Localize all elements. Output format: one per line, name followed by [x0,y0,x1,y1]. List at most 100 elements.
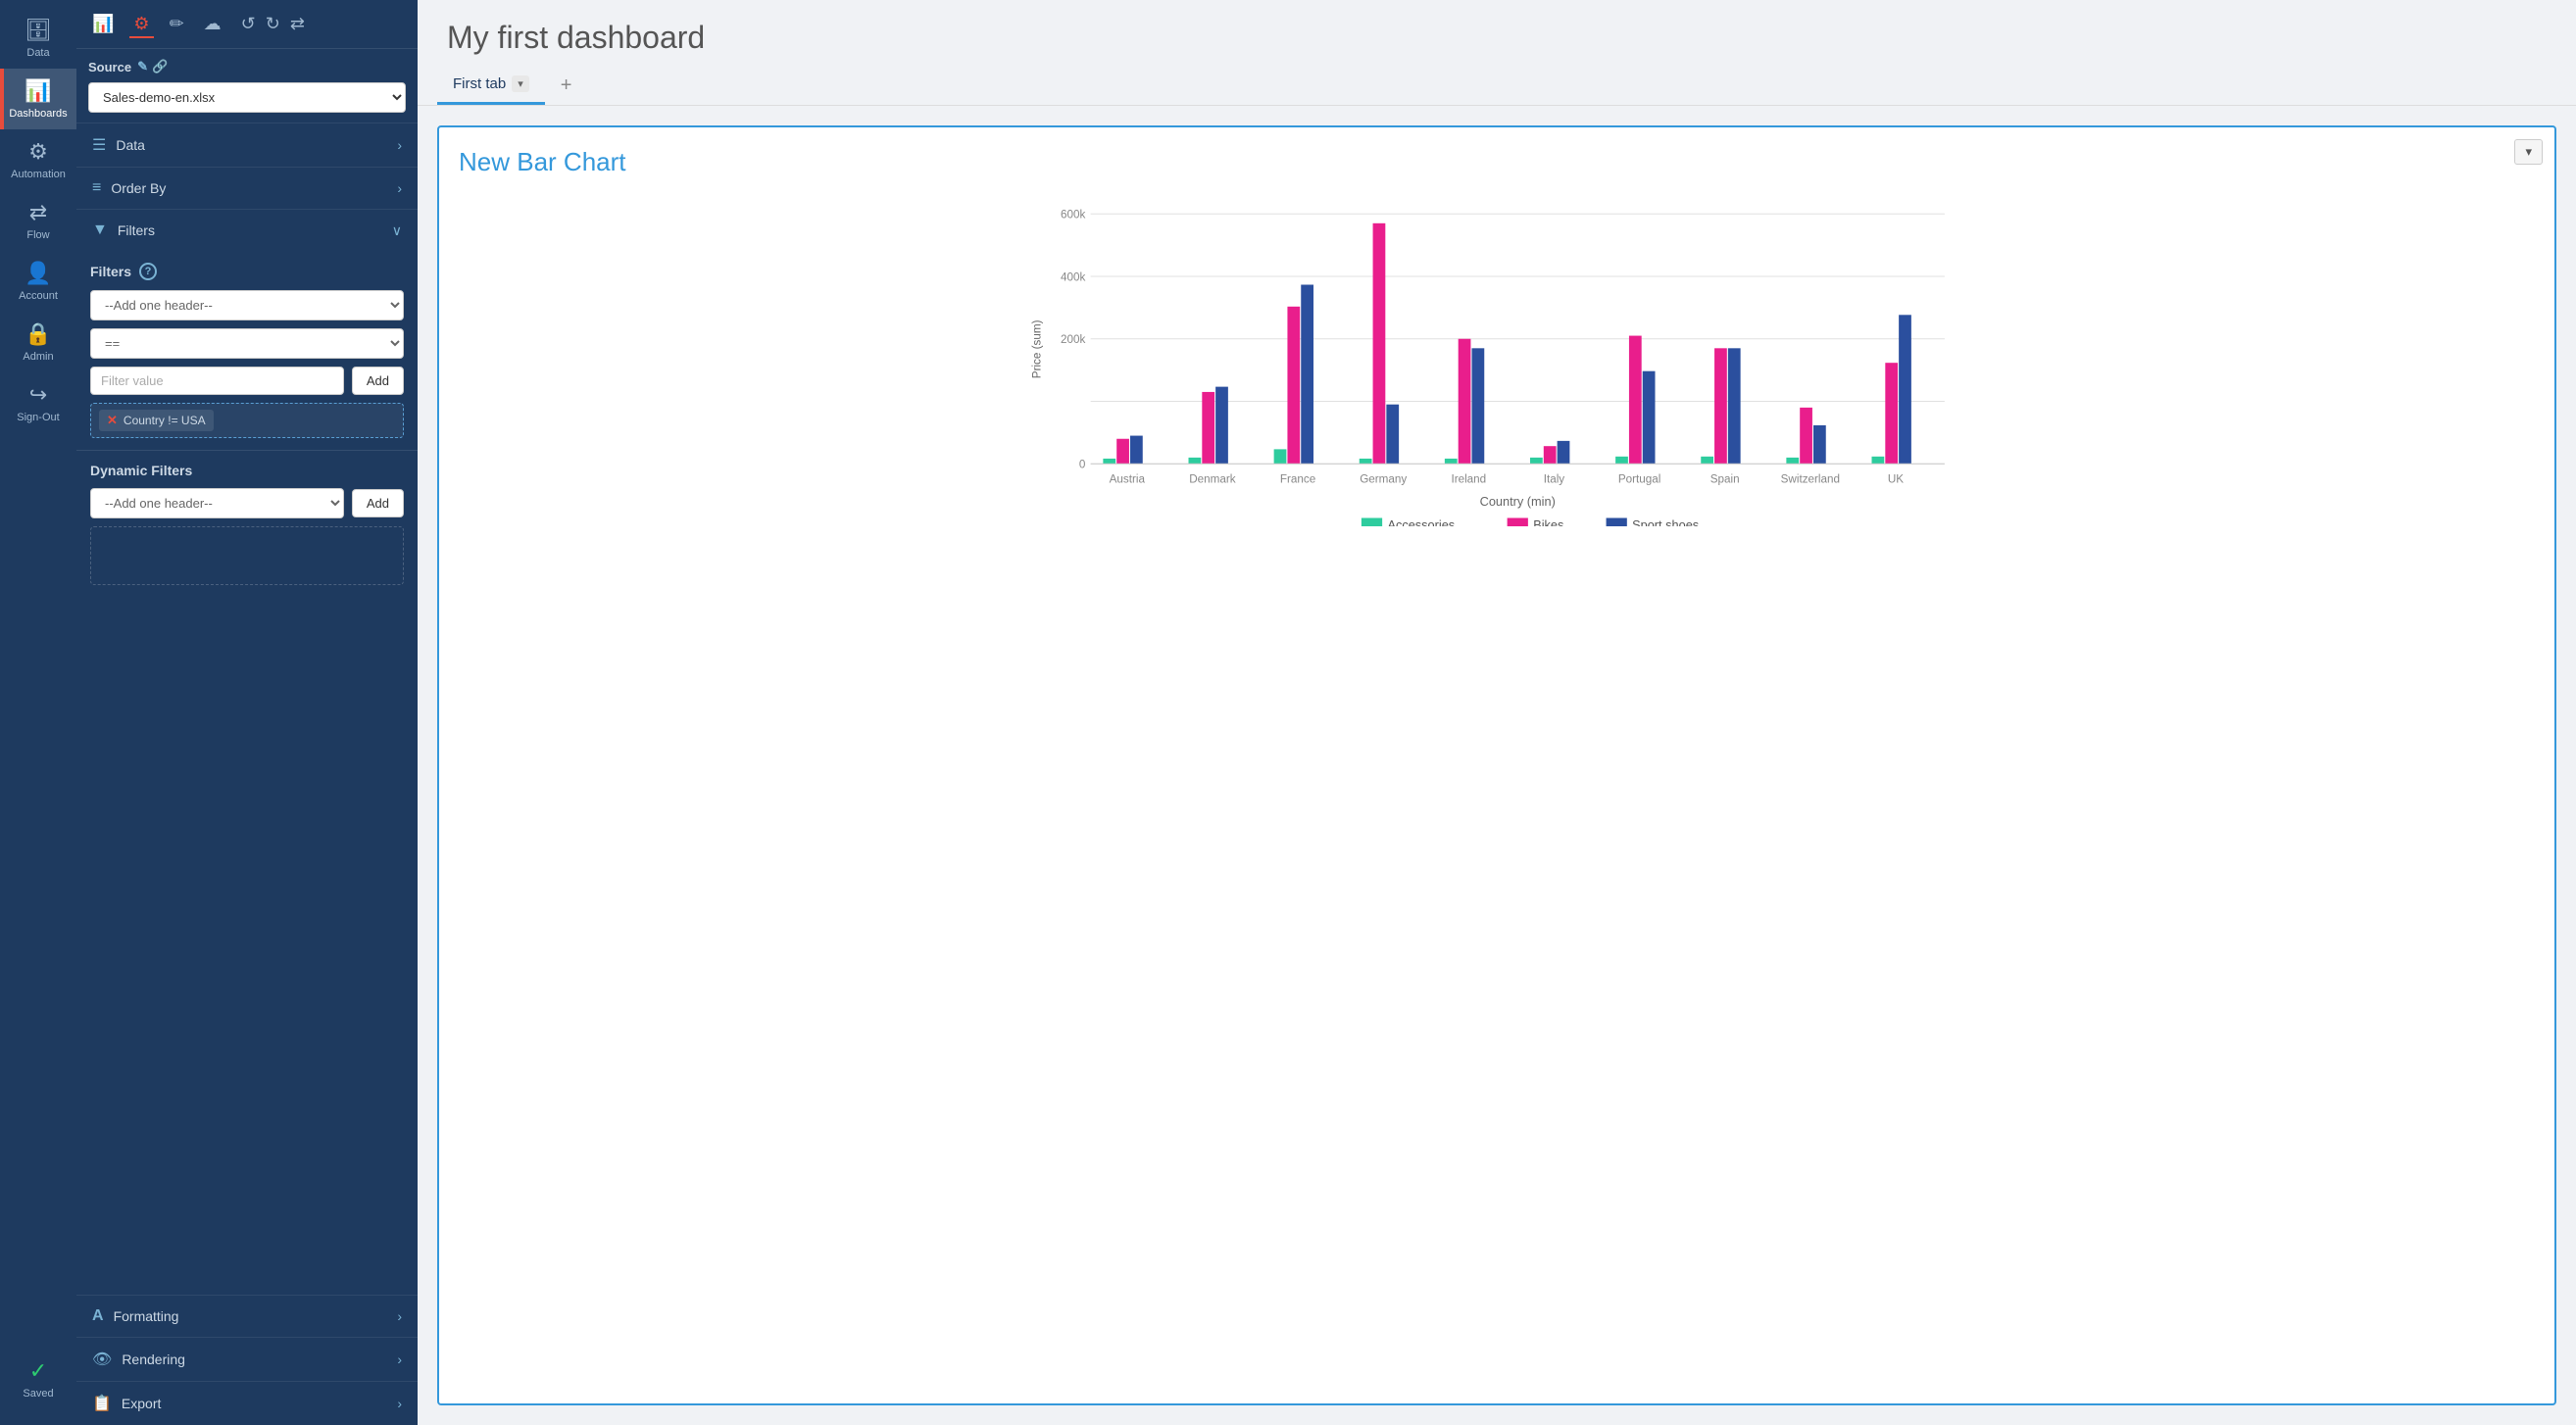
dynamic-filters-label: Dynamic Filters [90,463,192,478]
sidebar-orderby-item[interactable]: ≡ Order By › [76,167,418,209]
source-select[interactable]: Sales-demo-en.xlsx [88,82,406,113]
dynamic-filter-select[interactable]: --Add one header-- [90,488,344,518]
svg-text:Ireland: Ireland [1451,472,1486,485]
sidebar-data-item[interactable]: ☰ Data › [76,123,418,167]
bar-switzerland-shoes [1813,425,1826,464]
filter-operator-select[interactable]: == [90,328,404,359]
dynamic-filters-header: Dynamic Filters [90,463,404,478]
rendering-left: 👁 Rendering [92,1350,185,1369]
svg-text:Austria: Austria [1110,472,1146,485]
legend-shoes-label: Sport shoes [1632,517,1699,526]
filter-header-select[interactable]: --Add one header-- [90,290,404,320]
chart-options-button[interactable]: ▾ [2514,139,2543,165]
legend-shoes-swatch [1607,518,1627,527]
signout-icon: ↪ [29,382,47,408]
svg-text:600k: 600k [1061,209,1085,221]
formatting-icon: A [92,1307,104,1325]
legend-bikes-label: Bikes [1533,517,1563,526]
undo-redo-group: ↺ ↻ ⇄ [237,10,309,38]
tab-dropdown-button[interactable]: ▾ [512,75,529,92]
bar-france-acc [1274,449,1287,464]
filter-tags-container: ✕ Country != USA [90,403,404,438]
orderby-menu-icon: ≡ [92,179,101,197]
sidebar-formatting-item[interactable]: A Formatting › [76,1295,418,1337]
sidebar-bottom-menu: A Formatting › 👁 Rendering › 📋 Export › [76,1295,418,1425]
filter-value-row: Add [90,367,404,395]
filter-value-input[interactable] [90,367,344,395]
bar-austria-acc [1103,459,1115,464]
svg-text:0: 0 [1079,459,1086,471]
admin-icon: 🔒 [25,321,51,347]
bar-spain-shoes [1728,348,1741,464]
nav-item-signout[interactable]: ↪ Sign-Out [0,372,76,433]
left-nav: 🗄 Data 📊 Dashboards ⚙ Automation ⇄ Flow … [0,0,76,1425]
filters-header: Filters ? [90,263,404,280]
bar-denmark-shoes [1215,387,1228,465]
dynamic-filter-empty-area [90,526,404,585]
tab-first-label: First tab [453,75,506,92]
chart-title: New Bar Chart [459,147,2535,177]
sidebar: 📊 ⚙ ✏ ☁ ↺ ↻ ⇄ Source ✎ 🔗 Sales-demo-en.x… [76,0,418,1425]
dynamic-filter-add-button[interactable]: Add [352,489,404,517]
filter-tag-label: Country != USA [124,414,206,427]
chart-svg-wrapper: 600k 400k 200k 0 Price (sum) [459,193,2535,526]
source-edit-icon[interactable]: ✎ [137,59,148,74]
pencil-tool-icon[interactable]: ✏ [166,10,188,38]
nav-item-flow[interactable]: ⇄ Flow [0,190,76,251]
bar-chart-svg: 600k 400k 200k 0 Price (sum) [459,193,2535,526]
svg-text:Country (min): Country (min) [1480,494,1556,509]
saved-label: Saved [23,1388,53,1400]
sidebar-filters-item[interactable]: ▼ Filters ∨ [76,209,418,251]
transfer-icon[interactable]: ⇄ [286,10,309,38]
tab-first[interactable]: First tab ▾ [437,66,545,105]
bar-denmark-acc [1189,458,1202,464]
filters-help-icon[interactable]: ? [139,263,157,280]
legend-bikes-swatch [1508,518,1528,527]
filters-menu-icon: ▼ [92,221,108,239]
undo-icon[interactable]: ↺ [237,10,260,38]
main-content: My first dashboard First tab ▾ + ▾ New B… [418,0,2576,1425]
source-link-icon[interactable]: 🔗 [152,59,168,74]
filter-add-button[interactable]: Add [352,367,404,395]
main-header: My first dashboard [418,0,2576,66]
add-tab-button[interactable]: + [549,69,584,103]
bar-italy-shoes [1558,441,1570,464]
sidebar-export-item[interactable]: 📋 Export › [76,1381,418,1425]
nav-item-data[interactable]: 🗄 Data [0,8,76,69]
sidebar-orderby-left: ≡ Order By [92,179,166,197]
formatting-chevron: › [397,1308,402,1324]
bar-portugal-shoes [1643,371,1656,465]
filter-tag: ✕ Country != USA [99,410,214,431]
bar-ireland-bikes [1459,339,1471,465]
svg-text:Italy: Italy [1544,472,1565,485]
bar-spain-acc [1701,457,1713,464]
dynamic-filters-section: Dynamic Filters --Add one header-- Add [76,450,418,597]
nav-label-dashboards: Dashboards [9,108,67,120]
filters-header-label: Filters [90,264,131,279]
nav-item-dashboards[interactable]: 📊 Dashboards [0,69,76,129]
sidebar-rendering-item[interactable]: 👁 Rendering › [76,1337,418,1381]
bar-spain-bikes [1714,348,1727,464]
nav-item-account[interactable]: 👤 Account [0,251,76,312]
sidebar-filters-label: Filters [118,222,155,238]
redo-icon[interactable]: ↻ [262,10,284,38]
svg-text:Price (sum): Price (sum) [1031,319,1044,378]
page-title: My first dashboard [447,20,2547,56]
barchart-tool-icon[interactable]: 📊 [88,10,118,38]
settings-tool-icon[interactable]: ⚙ [129,10,153,38]
rendering-chevron: › [397,1351,402,1367]
rendering-label: Rendering [122,1351,185,1367]
flow-icon: ⇄ [29,200,47,225]
nav-label-flow: Flow [26,229,49,241]
filters-section: Filters ? --Add one header-- == Add ✕ Co… [76,251,418,450]
nav-item-admin[interactable]: 🔒 Admin [0,312,76,372]
active-indicator [0,69,4,129]
data-icon: 🗄 [25,18,52,43]
cloud-tool-icon[interactable]: ☁ [200,10,225,38]
sidebar-orderby-label: Order By [111,180,166,196]
svg-text:Denmark: Denmark [1189,472,1236,485]
svg-text:Portugal: Portugal [1618,472,1660,485]
export-chevron: › [397,1396,402,1411]
nav-item-automation[interactable]: ⚙ Automation [0,129,76,190]
filter-remove-icon[interactable]: ✕ [107,413,118,428]
